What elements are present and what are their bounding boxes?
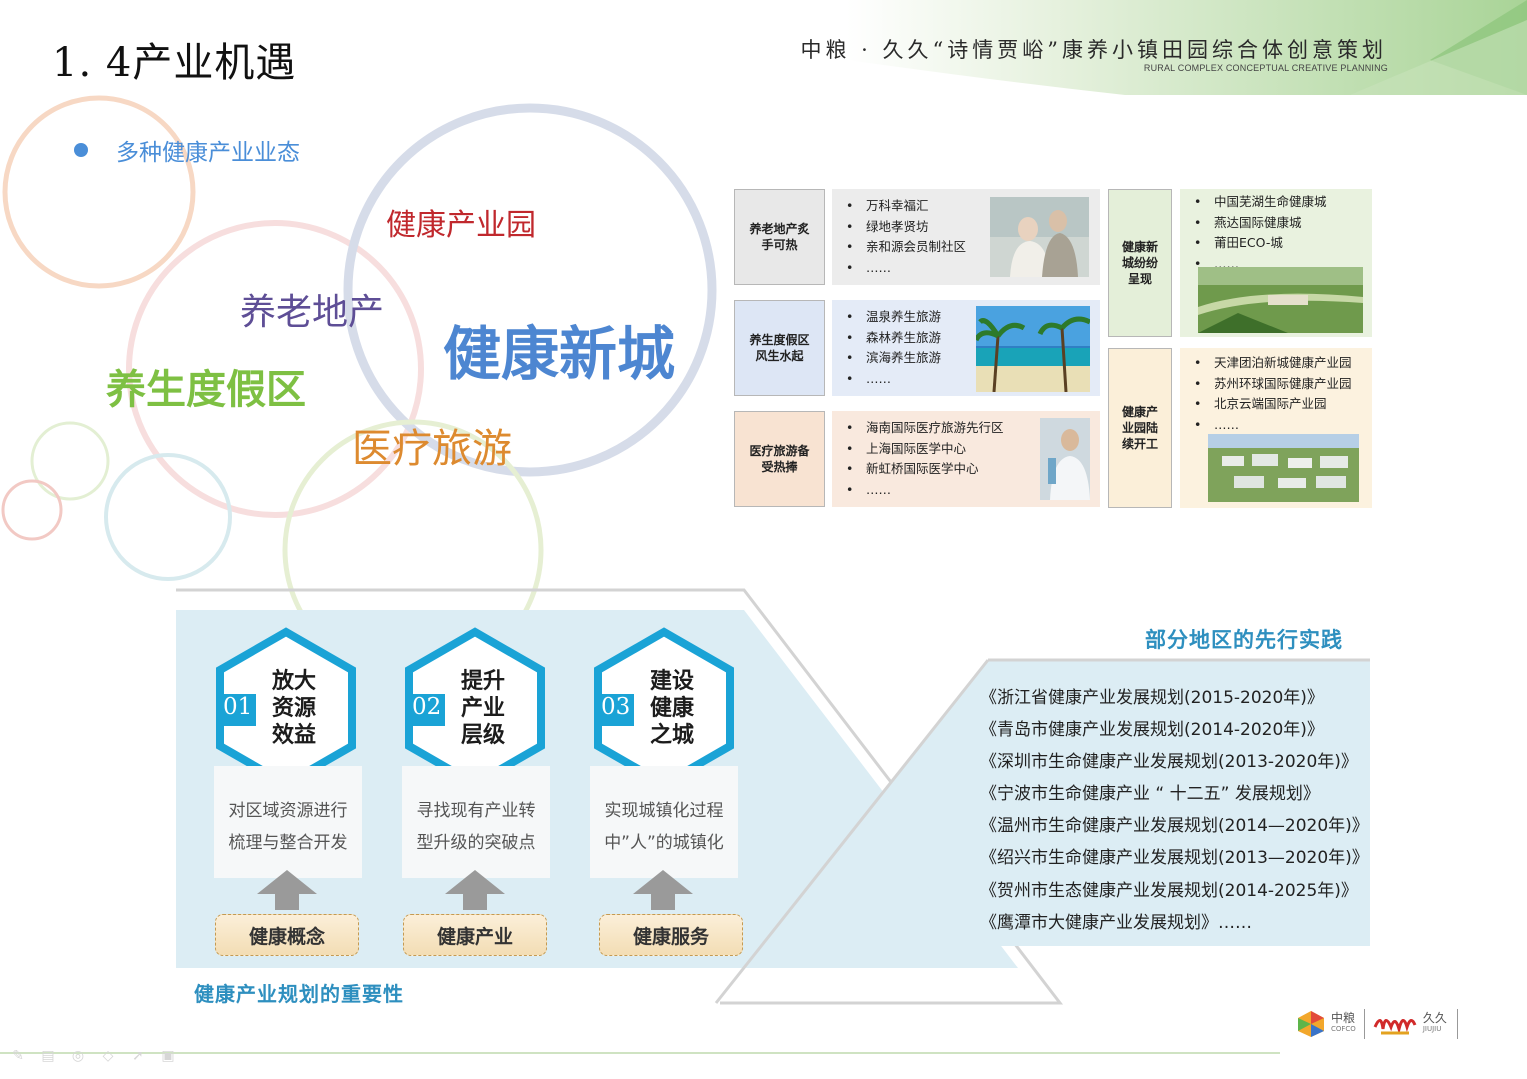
plan-item: 《青岛市健康产业发展规划(2014-2020年)》 — [980, 720, 1324, 741]
pen-icon[interactable]: ✎ — [8, 1046, 28, 1066]
step-desc: 实现城镇化过程 中”人”的城镇化 — [604, 801, 724, 853]
practice-caption: 部分地区的先行实践 — [1145, 628, 1343, 652]
plan-item: 《浙江省健康产业发展规划(2015-2020年)》 — [980, 688, 1324, 708]
logo-divider — [1456, 1009, 1458, 1039]
step-title: 建设 健康 之城 — [649, 669, 694, 748]
base-pill: 健康概念 — [215, 914, 359, 956]
camera-icon[interactable]: ▣ — [158, 1046, 178, 1066]
plan-item: 《温州市生命健康产业发展规划(2014—2020年)》 — [980, 816, 1369, 837]
plan-item: 《宁波市生命健康产业 “ 十二五” 发展规划》 — [980, 784, 1320, 805]
presentation-toolbar: ✎ ▤ ◎ ◇ ➚ ▣ — [8, 1046, 178, 1066]
cofco-logo-icon — [1298, 1011, 1324, 1037]
slides-icon[interactable]: ▤ — [38, 1046, 58, 1066]
step-desc: 寻找现有产业转 型升级的突破点 — [416, 801, 536, 853]
up-arrow-icon — [257, 870, 317, 910]
jiujiu-logo-icon — [1373, 1019, 1417, 1035]
step-number: 03 — [601, 694, 631, 720]
base-pill: 健康产业 — [403, 914, 547, 956]
plan-item: 《贺州市生态健康产业发展规划(2014-2025年)》 — [980, 880, 1358, 901]
pointer-icon[interactable]: ➚ — [128, 1046, 148, 1066]
cofco-en: COFCO — [1331, 1025, 1356, 1033]
plan-item: 《深圳市生命健康产业发展规划(2013-2020年)》 — [980, 752, 1358, 773]
up-arrow-icon — [633, 870, 693, 910]
jiujiu-cn: 久久 — [1422, 1011, 1447, 1025]
plan-item: 《鹰潭市大健康产业发展规划》…… — [980, 912, 1252, 933]
step-number: 02 — [412, 694, 442, 720]
logo-area: 中粮 COFCO 久久 JIUJIU — [1296, 1005, 1492, 1043]
eraser-icon[interactable]: ◇ — [98, 1046, 118, 1066]
up-arrow-icon — [445, 870, 505, 910]
logo-divider — [1363, 1009, 1365, 1039]
importance-caption: 健康产业规划的重要性 — [194, 982, 404, 1006]
base-pill: 健康服务 — [599, 914, 743, 956]
jiujiu-en: JIUJIU — [1422, 1025, 1442, 1033]
step-title: 放大 资源 效益 — [271, 669, 316, 748]
footer-line — [0, 1052, 1280, 1054]
cofco-cn: 中粮 — [1331, 1011, 1356, 1025]
plan-item: 《绍兴市生命健康产业发展规划(2013—2020年)》 — [980, 848, 1369, 869]
step-number: 01 — [223, 694, 253, 720]
plan-list: 《浙江省健康产业发展规划(2015-2020年)》 《青岛市健康产业发展规划(2… — [980, 682, 1369, 939]
step-desc: 对区域资源进行 梳理与整合开发 — [228, 801, 348, 853]
step-title: 提升 产业 层级 — [460, 669, 505, 748]
highlighter-icon[interactable]: ◎ — [68, 1046, 88, 1066]
